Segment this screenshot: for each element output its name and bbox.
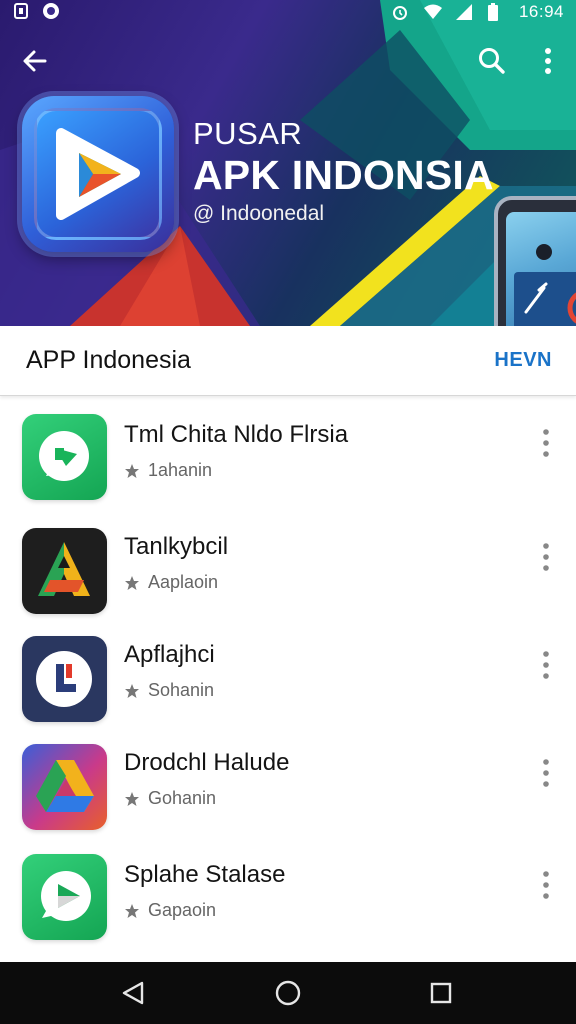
signal-icon xyxy=(455,3,473,21)
app-more-button[interactable] xyxy=(534,867,558,903)
list-item[interactable]: Drodchl Halude Gohanin xyxy=(0,727,576,839)
hero-title-line1: PUSAR xyxy=(193,116,303,151)
star-icon xyxy=(125,903,139,918)
hero-banner: 16:94 PUSAR APK INDONSIA @ Indoonedal xyxy=(0,0,576,326)
more-options-button[interactable] xyxy=(530,43,566,79)
star-icon xyxy=(125,683,139,698)
arrow-left-icon xyxy=(23,50,47,72)
app-meta: Sohanin xyxy=(124,680,214,701)
phone-illustration xyxy=(494,196,576,326)
more-vert-icon xyxy=(543,651,549,679)
app-name: Splahe Stalase xyxy=(124,861,286,888)
navigation-bar xyxy=(0,962,576,1024)
nav-back-icon xyxy=(122,981,144,1005)
list-item[interactable]: Apflajhci Sohanin xyxy=(0,619,576,731)
triangle-a-icon xyxy=(22,528,107,614)
app-name: Drodchl Halude xyxy=(124,749,290,776)
nav-back-button[interactable] xyxy=(116,976,150,1010)
circle-l-icon xyxy=(22,636,107,722)
more-vert-icon xyxy=(543,759,549,787)
app-meta: Gohanin xyxy=(124,788,216,809)
app-more-button[interactable] xyxy=(534,539,558,575)
list-item[interactable]: Tml Chita Nldo Flrsia 1ahanin xyxy=(0,397,576,509)
search-icon xyxy=(479,48,505,74)
app-name: Tanlkybcil xyxy=(124,533,229,560)
star-icon xyxy=(125,575,139,590)
app-meta-text: Aaplaoin xyxy=(148,572,219,592)
nav-recents-button[interactable] xyxy=(424,976,458,1010)
section-header: APP Indonesia HEVN xyxy=(0,326,576,396)
app-name: Tml Chita Nldo Flrsia xyxy=(124,421,349,448)
hero-subtitle: @ Indoonedal xyxy=(193,202,325,225)
more-vert-icon xyxy=(543,871,549,899)
app-meta-text: Sohanin xyxy=(148,680,215,700)
notification-icon xyxy=(12,2,30,20)
app-more-button[interactable] xyxy=(534,755,558,791)
section-action-button[interactable]: HEVN xyxy=(494,349,552,372)
app-logo xyxy=(22,96,174,252)
app-more-button[interactable] xyxy=(534,647,558,683)
hero-title-line2: APK INDONSIA xyxy=(193,152,494,198)
status-bar: 16:94 xyxy=(0,0,576,24)
drive-icon xyxy=(22,744,107,830)
star-icon xyxy=(125,791,139,806)
app-meta: 1ahanin xyxy=(124,460,212,481)
wifi-icon xyxy=(423,3,442,21)
record-icon xyxy=(42,2,60,20)
app-meta: Gapaoin xyxy=(124,900,216,921)
nav-home-button[interactable] xyxy=(271,976,305,1010)
battery-icon xyxy=(487,3,505,21)
search-button[interactable] xyxy=(474,43,510,79)
app-meta-text: Gapaoin xyxy=(148,900,217,920)
alarm-icon xyxy=(391,3,409,21)
star-icon xyxy=(125,463,139,478)
app-meta-text: 1ahanin xyxy=(148,460,213,480)
chat-bubble-icon xyxy=(22,414,107,500)
play-icon xyxy=(56,128,140,220)
speech-play-icon xyxy=(22,854,107,940)
more-vert-icon xyxy=(545,48,551,74)
nav-home-icon xyxy=(275,980,301,1006)
more-vert-icon xyxy=(543,543,549,571)
nav-recents-icon xyxy=(430,982,452,1004)
app-meta: Aaplaoin xyxy=(124,572,218,593)
section-title: APP Indonesia xyxy=(26,346,191,374)
more-vert-icon xyxy=(543,429,549,457)
app-more-button[interactable] xyxy=(534,425,558,461)
list-item[interactable]: Tanlkybcil Aaplaoin xyxy=(0,511,576,623)
back-button[interactable] xyxy=(17,43,53,79)
app-name: Apflajhci xyxy=(124,641,215,668)
list-item[interactable]: Splahe Stalase Gapaoin xyxy=(0,837,576,949)
app-meta-text: Gohanin xyxy=(148,788,217,808)
status-time: 16:94 xyxy=(518,2,564,21)
